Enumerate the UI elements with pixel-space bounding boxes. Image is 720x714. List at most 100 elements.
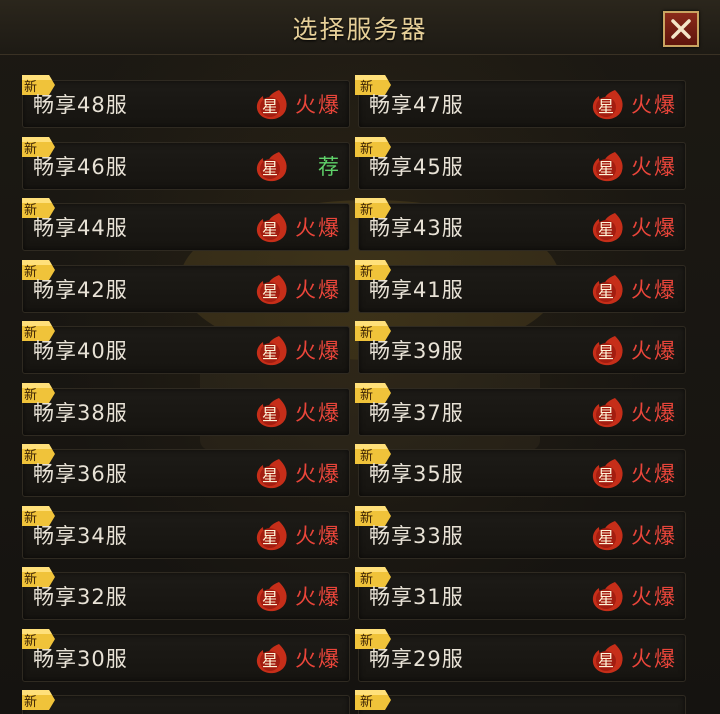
- star-badge: 星: [255, 272, 289, 306]
- server-status: 火爆: [631, 400, 677, 425]
- server-row-9[interactable]: 新 畅享40服 星 火爆: [22, 321, 350, 374]
- server-status: 火爆: [631, 154, 677, 179]
- server-status: 火爆: [295, 400, 341, 425]
- star-badge: 星: [591, 149, 625, 183]
- star-badge-label: 星: [261, 158, 278, 178]
- star-badge-label: 星: [261, 589, 278, 608]
- title-bar: 选择服务器: [0, 0, 720, 55]
- server-name: 畅享47服: [369, 93, 464, 117]
- server-row-21[interactable]: 新: [22, 690, 350, 714]
- server-status: 火爆: [295, 277, 341, 302]
- star-badge-label: 星: [597, 466, 614, 485]
- server-name: 畅享37服: [369, 400, 464, 425]
- star-badge-label: 星: [597, 343, 614, 362]
- server-status: 火爆: [295, 93, 341, 117]
- server-row-1[interactable]: 新 畅享48服 星 火爆: [22, 75, 350, 128]
- server-row-8[interactable]: 新 畅享41服 星 火爆: [355, 259, 686, 313]
- close-button[interactable]: [663, 11, 699, 47]
- server-row-4[interactable]: 新 畅享45服 星 火爆: [355, 136, 686, 190]
- star-badge: 星: [255, 579, 289, 613]
- server-row-2[interactable]: 新 畅享47服 星 火爆: [355, 75, 686, 128]
- server-name: 畅享32服: [33, 585, 128, 609]
- server-row-20[interactable]: 新 畅享29服 星 火爆: [355, 628, 686, 682]
- star-badge: 星: [591, 272, 625, 306]
- star-badge: 星: [255, 210, 289, 244]
- server-name: 畅享41服: [369, 277, 464, 302]
- star-badge-label: 星: [261, 650, 278, 670]
- server-row-7[interactable]: 新 畅享42服 星 火爆: [22, 259, 350, 313]
- star-badge: 星: [591, 87, 625, 121]
- server-status: 火爆: [631, 339, 677, 363]
- star-badge-label: 星: [261, 466, 278, 485]
- server-name: 畅享40服: [33, 339, 128, 363]
- star-badge-label: 星: [261, 527, 278, 547]
- server-name: 畅享42服: [33, 277, 128, 302]
- server-status: 火爆: [295, 216, 341, 240]
- server-row-12[interactable]: 新 畅享37服 星 火爆: [355, 382, 686, 436]
- server-row-13[interactable]: 新 畅享36服 星 火爆: [22, 444, 350, 497]
- server-name: 畅享30服: [33, 646, 128, 671]
- new-badge-label: 新: [360, 695, 374, 710]
- server-row-16[interactable]: 新 畅享33服 星 火爆: [355, 505, 686, 559]
- server-name: 畅享43服: [369, 216, 464, 240]
- server-row-10[interactable]: 新 畅享39服 星 火爆: [355, 321, 686, 374]
- star-badge: 星: [591, 518, 625, 552]
- server-status: 火爆: [295, 339, 341, 363]
- star-badge: 星: [255, 518, 289, 552]
- star-badge-label: 星: [261, 404, 278, 424]
- server-row-6[interactable]: 新 畅享43服 星 火爆: [355, 198, 686, 251]
- server-status: 火爆: [631, 585, 677, 609]
- star-badge: 星: [591, 395, 625, 429]
- star-badge: 星: [255, 456, 289, 490]
- star-badge-label: 星: [597, 220, 614, 239]
- server-name: 畅享34服: [33, 523, 128, 548]
- star-badge-label: 星: [597, 650, 614, 670]
- star-badge: 星: [255, 149, 289, 183]
- server-row-11[interactable]: 新 畅享38服 星 火爆: [22, 382, 350, 436]
- server-row-19[interactable]: 新 畅享30服 星 火爆: [22, 628, 350, 682]
- server-row-14[interactable]: 新 畅享35服 星 火爆: [355, 444, 686, 497]
- server-name: 畅享46服: [33, 154, 128, 179]
- server-status: 火爆: [631, 646, 677, 671]
- star-badge: 星: [591, 210, 625, 244]
- star-badge-label: 星: [597, 281, 614, 301]
- server-status: 火爆: [631, 523, 677, 548]
- server-name: 畅享35服: [369, 462, 464, 486]
- server-name: 畅享31服: [369, 585, 464, 609]
- server-status: 火爆: [631, 93, 677, 117]
- server-status: 荐: [318, 154, 341, 179]
- server-status: 火爆: [631, 277, 677, 302]
- server-name: 畅享39服: [369, 339, 464, 363]
- server-status: 火爆: [295, 462, 341, 486]
- server-row-15[interactable]: 新 畅享34服 星 火爆: [22, 505, 350, 559]
- star-badge-label: 星: [597, 589, 614, 608]
- close-x-icon: [671, 19, 691, 39]
- server-row-3[interactable]: 新 畅享46服 星 荐: [22, 136, 350, 190]
- server-name: 畅享45服: [369, 154, 464, 179]
- star-badge-label: 星: [597, 527, 614, 547]
- star-badge: 星: [255, 395, 289, 429]
- star-badge-label: 星: [597, 404, 614, 424]
- star-badge-label: 星: [597, 158, 614, 178]
- star-badge: 星: [255, 333, 289, 367]
- server-name: 畅享38服: [33, 400, 128, 425]
- star-badge: 星: [591, 579, 625, 613]
- server-row-17[interactable]: 新 畅享32服 星 火爆: [22, 567, 350, 620]
- server-name: 畅享33服: [369, 523, 464, 548]
- dialog-title: 选择服务器: [292, 15, 428, 44]
- server-row-22[interactable]: 新: [355, 690, 686, 714]
- server-row-5[interactable]: 新 畅享44服 星 火爆: [22, 198, 350, 251]
- server-name: 畅享48服: [33, 93, 128, 117]
- server-list[interactable]: 新 畅享48服 星 火爆 新 畅享47服 星 火爆 新 畅享46服 星 荐 新 …: [22, 68, 692, 714]
- server-name: 畅享29服: [369, 646, 464, 671]
- star-badge: 星: [255, 87, 289, 121]
- server-status: 火爆: [295, 523, 341, 548]
- server-status: 火爆: [631, 216, 677, 240]
- star-badge-label: 星: [261, 343, 278, 362]
- server-select-dialog: 选择服务器 新 畅享48服 星 火爆 新 畅享47服 星 火爆 新 畅享46服 …: [0, 0, 720, 714]
- star-badge: 星: [591, 456, 625, 490]
- server-row-18[interactable]: 新 畅享31服 星 火爆: [355, 567, 686, 620]
- server-status: 火爆: [295, 585, 341, 609]
- star-badge-label: 星: [261, 220, 278, 239]
- new-badge-label: 新: [24, 695, 38, 710]
